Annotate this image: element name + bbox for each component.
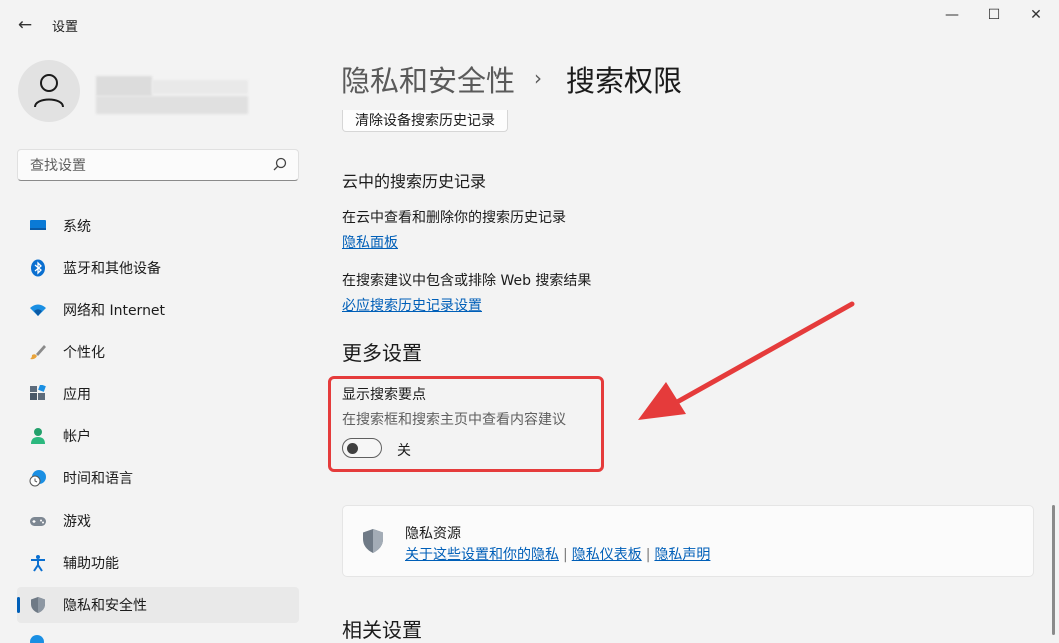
accessibility-icon bbox=[31, 555, 45, 572]
search-input[interactable] bbox=[28, 155, 262, 177]
sidebar-item-label: 网络和 Internet bbox=[63, 303, 166, 319]
scrollbar[interactable] bbox=[1052, 505, 1055, 635]
sidebar-item-system[interactable]: 系统 bbox=[17, 208, 299, 244]
app-title: 设置 bbox=[52, 20, 79, 35]
link-separator: | bbox=[563, 547, 568, 563]
next-item-icon-partial bbox=[30, 635, 44, 643]
sidebar-item-label: 隐私和安全性 bbox=[63, 598, 147, 614]
toggle-state-label: 关 bbox=[397, 443, 411, 459]
breadcrumb-separator: › bbox=[534, 66, 542, 90]
privacy-dashboard-card-link[interactable]: 隐私仪表板 bbox=[572, 547, 642, 563]
gamepad-icon bbox=[30, 517, 46, 526]
apps-icon bbox=[30, 385, 46, 400]
sidebar-item-gaming[interactable]: 游戏 bbox=[17, 503, 299, 539]
account-icon bbox=[31, 428, 45, 444]
sidebar-item-network[interactable]: 网络和 Internet bbox=[17, 292, 299, 328]
search-icon[interactable] bbox=[272, 156, 288, 172]
sidebar-item-apps[interactable]: 应用 bbox=[17, 376, 299, 412]
toggle-knob bbox=[347, 443, 358, 454]
privacy-resources-card: 隐私资源 关于这些设置和你的隐私 | 隐私仪表板 | 隐私声明 bbox=[342, 505, 1034, 577]
active-indicator bbox=[17, 597, 20, 613]
about-settings-privacy-link[interactable]: 关于这些设置和你的隐私 bbox=[405, 547, 559, 563]
sidebar-item-label: 蓝牙和其他设备 bbox=[63, 261, 161, 277]
cloud-history-description: 在云中查看和删除你的搜索历史记录 bbox=[342, 210, 566, 226]
more-settings-heading: 更多设置 bbox=[342, 341, 422, 365]
clear-device-history-button[interactable]: 清除设备搜索历史记录 bbox=[342, 110, 508, 132]
sidebar-item-label: 系统 bbox=[63, 219, 91, 235]
search-box[interactable] bbox=[17, 149, 299, 181]
monitor-icon bbox=[30, 220, 46, 230]
wifi-icon bbox=[30, 304, 46, 316]
sidebar-item-accounts[interactable]: 帐户 bbox=[17, 418, 299, 454]
shield-icon bbox=[31, 597, 45, 613]
sidebar-item-label: 应用 bbox=[63, 387, 91, 403]
profile-name-redacted bbox=[96, 76, 152, 96]
person-icon bbox=[34, 74, 64, 108]
sidebar-item-personalization[interactable]: 个性化 bbox=[17, 334, 299, 370]
avatar[interactable] bbox=[18, 60, 80, 122]
profile-email-redacted bbox=[96, 96, 248, 114]
sidebar-item-label: 时间和语言 bbox=[63, 471, 133, 487]
sidebar-item-accessibility[interactable]: 辅助功能 bbox=[17, 545, 299, 581]
profile-name-redacted-2 bbox=[152, 80, 248, 94]
close-button[interactable]: ✕ bbox=[1016, 4, 1056, 26]
privacy-resources-title: 隐私资源 bbox=[405, 526, 461, 542]
link-separator: | bbox=[645, 547, 651, 563]
shield-icon bbox=[363, 529, 383, 553]
bluetooth-icon bbox=[31, 259, 45, 277]
search-highlights-title: 显示搜索要点 bbox=[342, 387, 426, 403]
page-title: 搜索权限 bbox=[566, 64, 683, 98]
sidebar-item-label: 个性化 bbox=[63, 345, 105, 361]
cloud-history-heading: 云中的搜索历史记录 bbox=[342, 172, 487, 191]
search-highlights-toggle[interactable] bbox=[342, 438, 382, 458]
annotation-arrow-icon bbox=[638, 301, 855, 420]
web-results-description: 在搜索建议中包含或排除 Web 搜索结果 bbox=[342, 273, 592, 289]
bing-history-settings-link[interactable]: 必应搜索历史记录设置 bbox=[342, 295, 482, 315]
sidebar-item-bluetooth[interactable]: 蓝牙和其他设备 bbox=[17, 250, 299, 286]
privacy-resources-links: 关于这些设置和你的隐私 | 隐私仪表板 | 隐私声明 bbox=[405, 544, 710, 564]
sidebar-item-label: 辅助功能 bbox=[63, 556, 119, 572]
sidebar-item-time-language[interactable]: 时间和语言 bbox=[17, 460, 299, 496]
search-highlights-description: 在搜索框和搜索主页中查看内容建议 bbox=[342, 412, 566, 428]
brush-icon bbox=[30, 345, 46, 360]
privacy-statement-link[interactable]: 隐私声明 bbox=[654, 547, 710, 563]
sidebar-item-privacy-security[interactable]: 隐私和安全性 bbox=[17, 587, 299, 623]
related-settings-heading: 相关设置 bbox=[342, 618, 422, 642]
clock-globe-icon bbox=[29, 470, 46, 487]
privacy-dashboard-link[interactable]: 隐私面板 bbox=[342, 232, 398, 252]
back-arrow-icon[interactable]: ← bbox=[14, 14, 36, 36]
maximize-button[interactable]: ☐ bbox=[974, 4, 1014, 26]
sidebar-item-label: 帐户 bbox=[63, 429, 91, 445]
breadcrumb-parent[interactable]: 隐私和安全性 bbox=[341, 58, 515, 100]
minimize-button[interactable]: — bbox=[932, 4, 972, 26]
sidebar-item-label: 游戏 bbox=[63, 514, 91, 530]
